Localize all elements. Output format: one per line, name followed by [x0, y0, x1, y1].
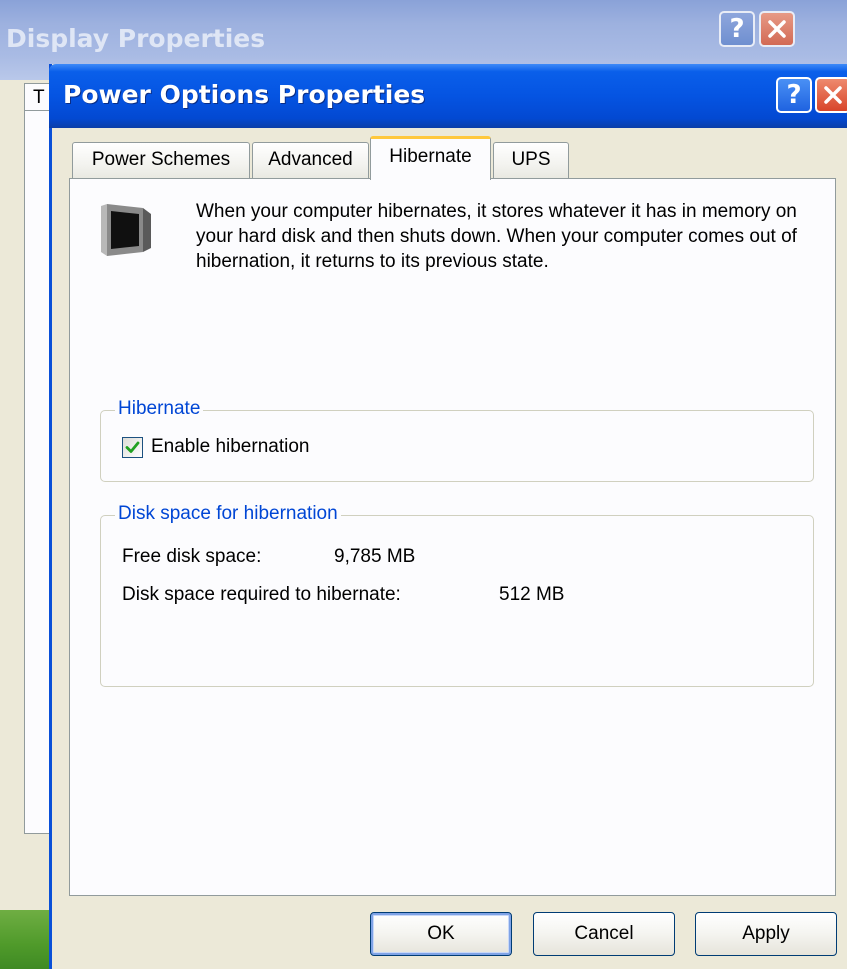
free-disk-space-label: Free disk space: — [122, 546, 262, 567]
tab-power-schemes[interactable]: Power Schemes — [72, 142, 250, 179]
display-tab-label: T — [33, 87, 45, 108]
help-button[interactable]: ? — [776, 77, 812, 113]
enable-hibernation-checkbox[interactable] — [122, 436, 143, 458]
help-icon: ? — [786, 80, 802, 110]
help-icon: ? — [729, 14, 745, 44]
apply-button[interactable]: Apply — [695, 912, 837, 956]
close-icon — [824, 86, 842, 104]
required-disk-space-value: 512 MB — [499, 584, 565, 605]
disk-space-legend: Disk space for hibernation — [115, 502, 341, 526]
tab-hibernate[interactable]: Hibernate — [370, 136, 491, 180]
required-disk-space-label: Disk space required to hibernate: — [122, 584, 401, 605]
enable-hibernation-label[interactable]: Enable hibernation — [151, 436, 309, 458]
enable-hibernation-row[interactable]: Enable hibernation — [122, 436, 309, 458]
checkmark-icon — [125, 441, 140, 453]
display-properties-title: Display Properties — [6, 24, 266, 53]
power-options-titlebar[interactable]: Power Options Properties ? — [49, 64, 847, 128]
close-icon — [768, 20, 786, 38]
display-close-button[interactable] — [759, 11, 795, 47]
ok-button[interactable]: OK — [370, 912, 512, 956]
free-disk-space-value: 9,785 MB — [334, 546, 416, 567]
disk-space-groupbox: Disk space for hibernation Free disk spa… — [100, 502, 814, 687]
dialog-title: Power Options Properties — [63, 80, 426, 109]
hibernate-tab-page: When your computer hibernates, it stores… — [69, 178, 836, 896]
close-button[interactable] — [815, 77, 847, 113]
hibernate-description: When your computer hibernates, it stores… — [196, 201, 797, 272]
hibernate-groupbox: Hibernate Enable hibernation — [100, 397, 814, 482]
hibernate-legend: Hibernate — [115, 397, 204, 421]
power-options-dialog: Power Options Properties ? Power Schemes… — [49, 64, 847, 969]
tab-ups[interactable]: UPS — [493, 142, 569, 179]
monitor-moon-icon — [101, 204, 151, 256]
tab-advanced[interactable]: Advanced — [252, 142, 369, 179]
display-properties-frame — [0, 80, 26, 910]
display-help-button[interactable]: ? — [719, 11, 755, 47]
cancel-button[interactable]: Cancel — [533, 912, 675, 956]
desktop-background — [0, 910, 49, 969]
